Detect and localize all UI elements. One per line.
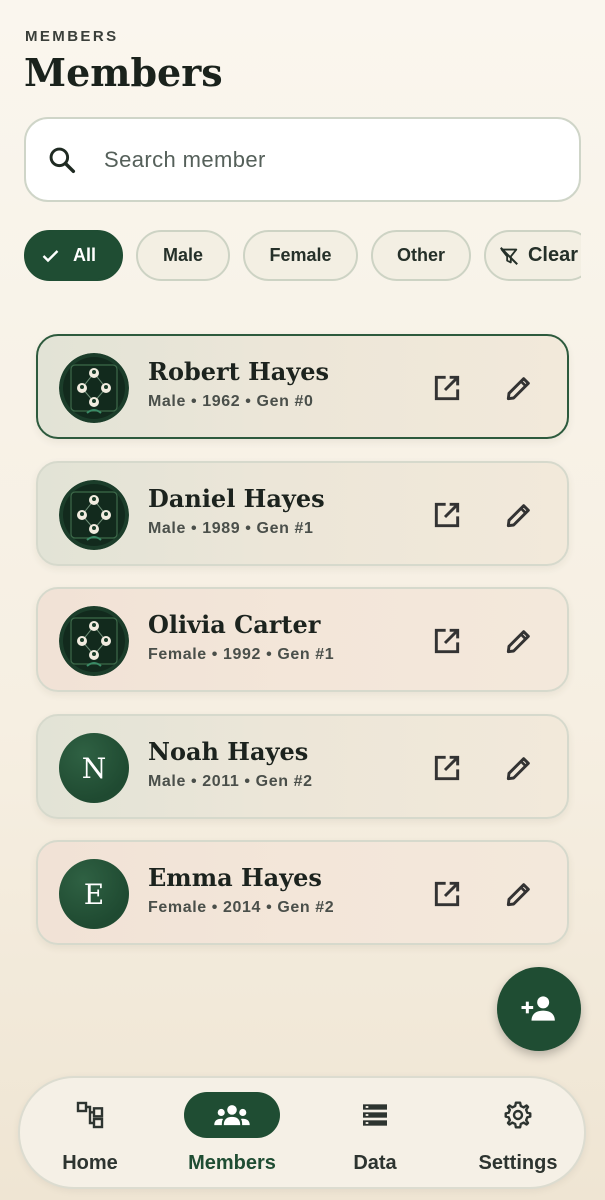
edit-pencil-icon[interactable] (503, 499, 535, 531)
filter-chip-other[interactable]: Other (371, 230, 472, 281)
nav-settings[interactable]: Settings (470, 1078, 566, 1191)
member-avatar-image (59, 353, 129, 423)
filter-chip-label: Female (269, 245, 332, 265)
edit-pencil-icon[interactable] (503, 752, 535, 784)
nav-label: Members (188, 1152, 276, 1174)
filter-chip-clear[interactable]: Clear (484, 230, 581, 281)
group-icon (214, 1105, 250, 1126)
filter-chip-all[interactable]: All (24, 230, 124, 281)
open-in-new-icon[interactable] (431, 878, 463, 910)
edit-pencil-icon[interactable] (503, 878, 535, 910)
member-meta: Male • 2011 • Gen #2 (148, 773, 313, 790)
member-meta: Male • 1989 • Gen #1 (148, 520, 314, 537)
open-in-new-icon[interactable] (431, 499, 463, 531)
tree-icon (76, 1101, 104, 1129)
member-card[interactable]: N Noah Hayes Male • 2011 • Gen #2 (36, 714, 569, 819)
member-card[interactable]: E Emma Hayes Female • 2014 • Gen #2 (36, 840, 569, 945)
member-card[interactable]: Robert Hayes Male • 1962 • Gen #0 (36, 334, 569, 439)
search-icon (49, 147, 76, 173)
bottom-navigation: Home Members Data Settings (18, 1076, 586, 1189)
add-person-icon (521, 996, 555, 1021)
filter-chip-label: Male (163, 245, 204, 265)
filter-chip-label: All (73, 245, 97, 265)
member-name: Noah Hayes (148, 737, 309, 766)
filter-chips: All Male Female Other Clear (24, 230, 581, 282)
nav-data[interactable]: Data (327, 1078, 423, 1191)
nav-home[interactable]: Home (42, 1078, 138, 1191)
filter-chip-male[interactable]: Male (136, 230, 231, 281)
gear-icon (504, 1101, 532, 1129)
member-meta: Female • 2014 • Gen #2 (148, 899, 335, 916)
page-title: Members (24, 50, 223, 95)
member-avatar-initial: N (59, 733, 129, 803)
member-name: Daniel Hayes (148, 484, 325, 513)
member-meta: Male • 1962 • Gen #0 (148, 393, 314, 410)
edit-pencil-icon[interactable] (503, 625, 535, 657)
nav-label: Home (62, 1152, 118, 1174)
filter-chip-label: Other (397, 245, 446, 265)
filter-chip-female[interactable]: Female (243, 230, 359, 281)
storage-icon (363, 1104, 387, 1126)
search-bar[interactable] (24, 117, 581, 202)
nav-label: Data (353, 1152, 397, 1174)
check-icon (42, 249, 59, 262)
edit-pencil-icon[interactable] (503, 372, 535, 404)
member-name: Robert Hayes (148, 357, 330, 386)
member-avatar-image (59, 606, 129, 676)
open-in-new-icon[interactable] (431, 625, 463, 657)
open-in-new-icon[interactable] (431, 372, 463, 404)
member-avatar-initial: E (59, 859, 129, 929)
nav-label: Settings (478, 1152, 558, 1174)
member-card[interactable]: Olivia Carter Female • 1992 • Gen #1 (36, 587, 569, 692)
member-name: Emma Hayes (148, 863, 322, 892)
open-in-new-icon[interactable] (431, 752, 463, 784)
member-card[interactable]: Daniel Hayes Male • 1989 • Gen #1 (36, 461, 569, 566)
nav-members[interactable]: Members (184, 1078, 280, 1191)
filter-chip-label: Clear (527, 244, 579, 266)
add-member-button[interactable] (497, 967, 581, 1051)
search-input[interactable] (104, 146, 524, 173)
filter-off-icon (500, 246, 518, 265)
page-eyebrow: MEMBERS (25, 28, 119, 45)
member-name: Olivia Carter (148, 610, 321, 639)
member-meta: Female • 1992 • Gen #1 (148, 646, 335, 663)
member-avatar-image (59, 480, 129, 550)
